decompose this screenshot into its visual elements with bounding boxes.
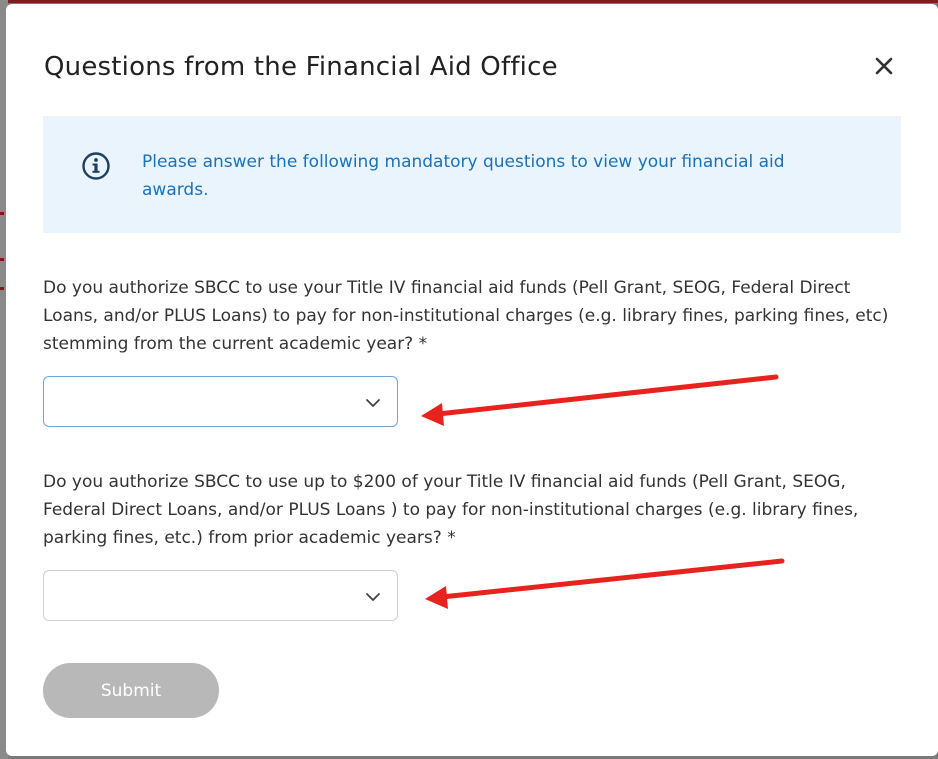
info-message: Please answer the following mandatory qu…: [142, 152, 785, 200]
background-mark: [0, 212, 4, 215]
modal-title: Questions from the Financial Aid Office: [44, 52, 558, 82]
financial-aid-questions-modal: Questions from the Financial Aid Office …: [6, 4, 938, 756]
background-mark: [0, 258, 4, 261]
current-year-authorization-select[interactable]: [43, 376, 398, 427]
close-icon: [875, 57, 893, 75]
chevron-down-icon: [366, 593, 380, 601]
close-button[interactable]: [868, 50, 900, 82]
background-mark: [0, 287, 4, 290]
prior-years-authorization-select[interactable]: [43, 570, 398, 621]
info-circle-icon: [82, 152, 110, 180]
submit-button[interactable]: Submit: [43, 663, 219, 718]
question-prior-years-label: Do you authorize SBCC to use up to $200 …: [43, 472, 859, 548]
background-top-border: [0, 0, 938, 3]
info-banner: Please answer the following mandatory qu…: [43, 116, 901, 233]
chevron-down-icon: [366, 399, 380, 407]
question-current-year-label: Do you authorize SBCC to use your Title …: [43, 278, 889, 354]
